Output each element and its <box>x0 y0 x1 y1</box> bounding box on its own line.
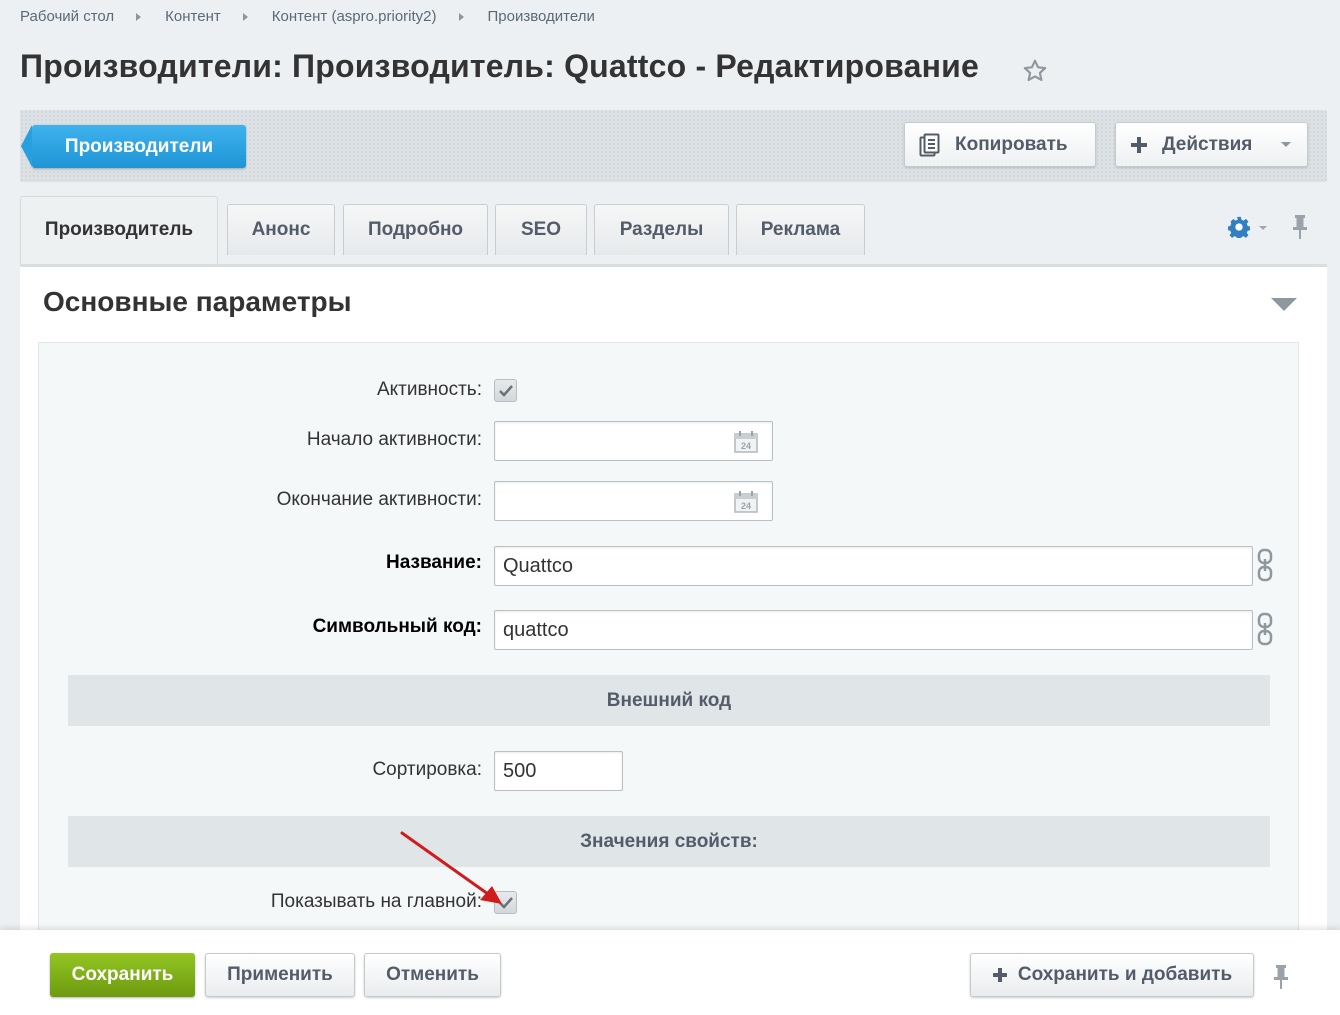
plus-icon <box>992 968 1007 982</box>
apply-button[interactable]: Применить <box>205 953 355 997</box>
external-code-header[interactable]: Внешний код <box>68 675 1270 726</box>
copy-icon <box>919 133 940 156</box>
tab-announce[interactable]: Анонс <box>227 204 335 255</box>
tab-details[interactable]: Подробно <box>343 204 488 255</box>
active-from-input[interactable]: 24 <box>494 421 773 461</box>
annotation-arrow-icon <box>400 831 502 904</box>
active-to-label: Окончание активности: <box>276 489 482 510</box>
translit-link-icon[interactable] <box>1256 612 1274 646</box>
active-to-input[interactable]: 24 <box>494 481 773 521</box>
save-button[interactable]: Сохранить <box>50 953 195 997</box>
section-title: Основные параметры <box>43 286 352 317</box>
translit-link-icon[interactable] <box>1256 548 1274 582</box>
calendar-icon[interactable]: 24 <box>734 491 758 513</box>
breadcrumb-item-content[interactable]: Контент <box>165 8 221 25</box>
checkmark-icon <box>498 384 513 397</box>
svg-text:24: 24 <box>741 501 751 511</box>
tab-seo[interactable]: SEO <box>495 204 587 255</box>
page-title: Производители: Производитель: Quattco - … <box>20 48 979 84</box>
name-input[interactable]: Quattco <box>494 546 1253 586</box>
name-value: Quattco <box>503 554 574 577</box>
breadcrumb-separator-icon <box>458 12 464 21</box>
gear-icon[interactable] <box>1228 216 1250 238</box>
chevron-down-icon[interactable] <box>1259 226 1267 230</box>
actions-button-label: Действия <box>1162 133 1253 155</box>
breadcrumb: Рабочий стол Контент Контент (aspro.prio… <box>20 8 595 25</box>
code-value: quattco <box>503 618 569 641</box>
name-label: Название: <box>385 552 482 573</box>
sort-value: 500 <box>503 759 537 782</box>
back-to-manufacturers-button[interactable]: Производители <box>21 125 246 168</box>
breadcrumb-item-manufacturers[interactable]: Производители <box>488 8 595 25</box>
tab-manufacturer[interactable]: Производитель <box>20 196 218 266</box>
breadcrumb-item-content-aspro[interactable]: Контент (aspro.priority2) <box>272 8 437 25</box>
breadcrumb-item-desktop[interactable]: Рабочий стол <box>20 8 114 25</box>
star-icon[interactable] <box>1022 58 1048 84</box>
calendar-icon[interactable]: 24 <box>734 431 758 453</box>
actions-button[interactable]: Действия <box>1115 122 1308 167</box>
copy-button-label: Копировать <box>955 133 1068 155</box>
tab-sections[interactable]: Разделы <box>594 204 729 255</box>
collapse-arrow-icon[interactable] <box>1271 298 1297 311</box>
pin-icon[interactable] <box>1273 964 1289 990</box>
chevron-down-icon <box>1281 142 1291 147</box>
properties-header: Значения свойств: <box>68 816 1270 867</box>
breadcrumb-separator-icon <box>242 12 248 21</box>
plus-icon <box>1131 136 1147 153</box>
pin-icon[interactable] <box>1292 214 1308 240</box>
active-label: Активность: <box>376 379 482 400</box>
tab-advertising[interactable]: Реклама <box>736 204 865 255</box>
cancel-button[interactable]: Отменить <box>364 953 501 997</box>
save-and-add-button[interactable]: Сохранить и добавить <box>970 953 1254 997</box>
sort-label: Сортировка: <box>372 759 482 780</box>
code-label: Символьный код: <box>312 616 482 637</box>
svg-text:24: 24 <box>741 441 751 451</box>
active-checkbox[interactable] <box>494 379 517 402</box>
breadcrumb-separator-icon <box>136 12 142 21</box>
save-and-add-label: Сохранить и добавить <box>1017 964 1233 985</box>
copy-button[interactable]: Копировать <box>904 122 1096 167</box>
sort-input[interactable]: 500 <box>494 751 623 791</box>
active-from-label: Начало активности: <box>306 429 482 450</box>
code-input[interactable]: quattco <box>494 610 1253 650</box>
